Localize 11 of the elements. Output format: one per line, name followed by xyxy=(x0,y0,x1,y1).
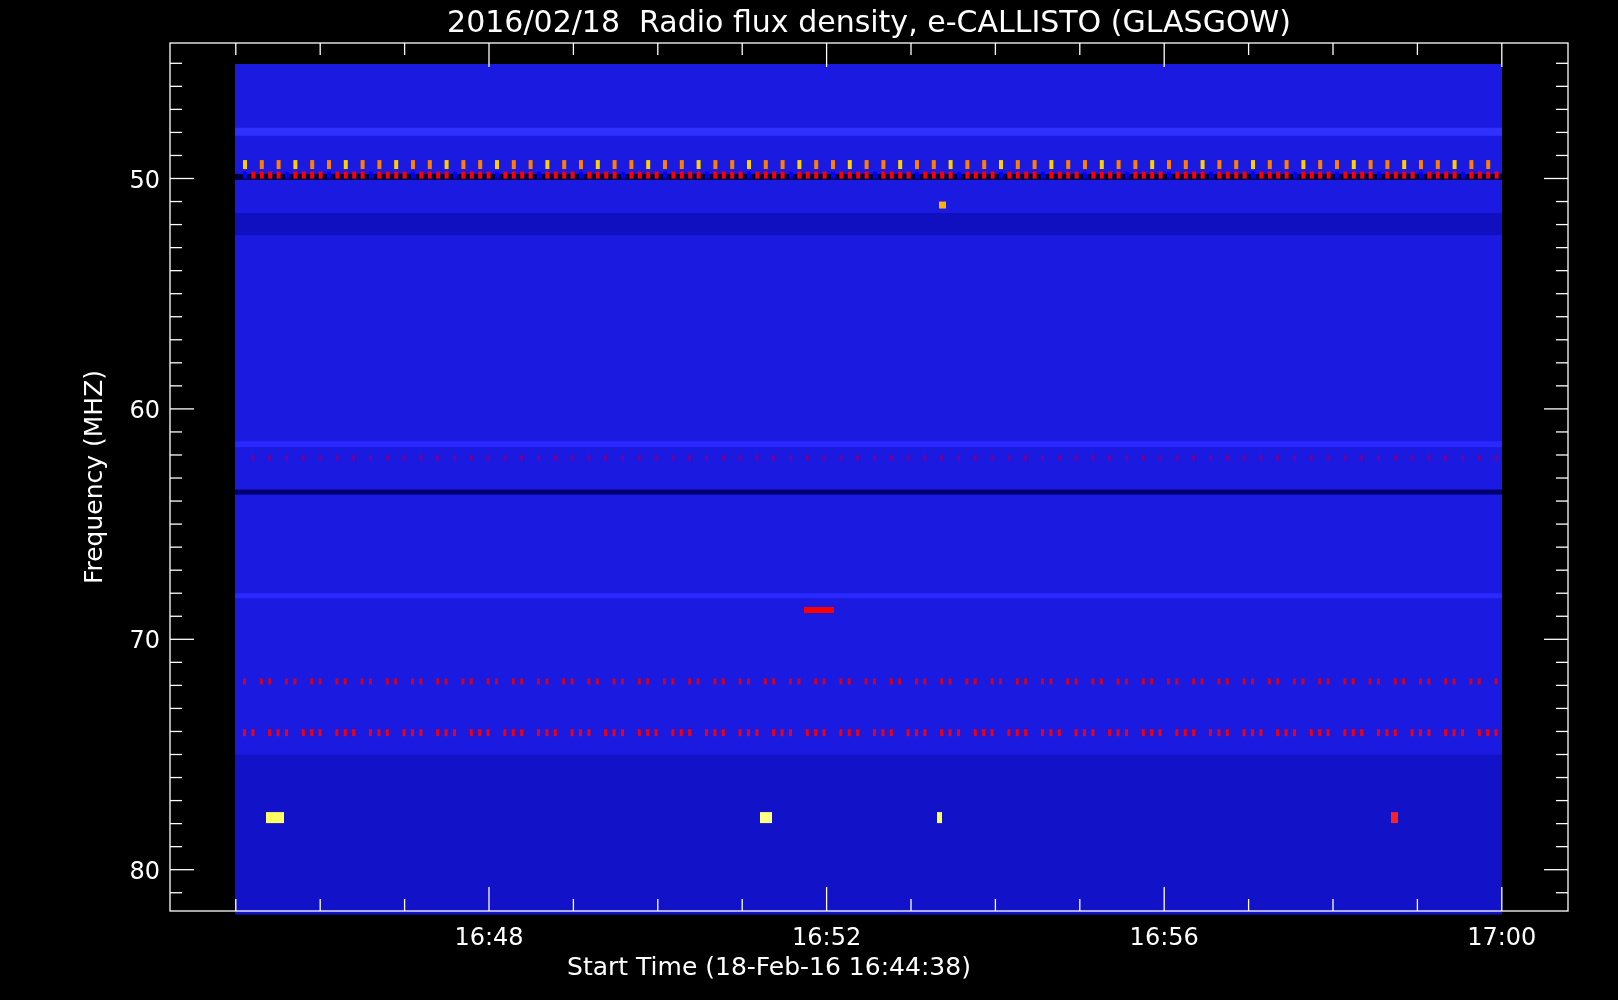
tick-label: 80 xyxy=(129,856,160,885)
tick-label: 60 xyxy=(129,395,160,424)
axis-label: Frequency (MHZ) xyxy=(79,369,108,585)
chart-title: 2016/02/18 Radio flux density, e-CALLISTO (GLASGOW) xyxy=(447,4,1291,39)
tick-label: 16:56 xyxy=(1129,923,1199,951)
tick-label: 70 xyxy=(129,626,160,655)
tick-label: 16:48 xyxy=(454,923,524,951)
tick-label: 16:52 xyxy=(792,923,862,951)
tick-label: 17:00 xyxy=(1467,923,1537,951)
tick-label: 50 xyxy=(129,165,160,194)
axis-label: Start Time (18-Feb-16 16:44:38) xyxy=(567,952,971,981)
